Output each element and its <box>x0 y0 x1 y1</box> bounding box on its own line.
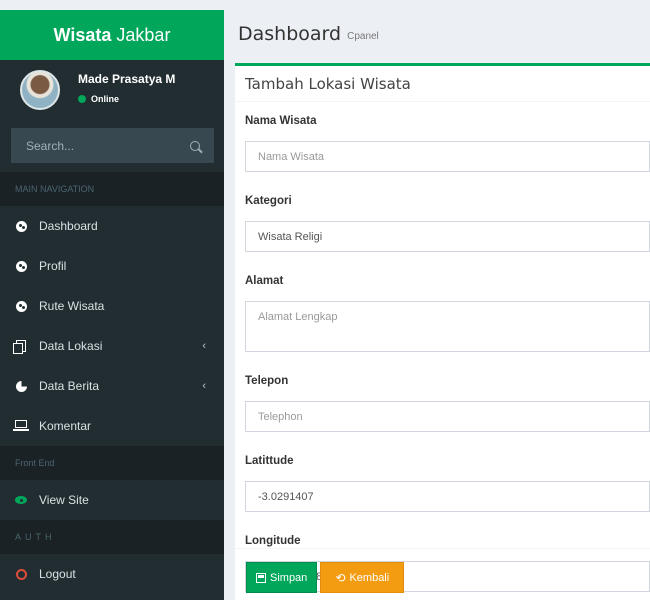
laptop-icon <box>13 420 29 431</box>
user-panel: Made Prasatya M Online <box>0 60 224 120</box>
nama-field-group: Nama Wisata Nama Wisata <box>245 112 650 172</box>
main-navigation-header: MAIN NAVIGATION <box>0 172 224 206</box>
logo-rest: Jakbar <box>116 24 171 45</box>
sidebar-item-label: Data Lokasi <box>39 339 103 353</box>
nama-wisata-input[interactable]: Nama Wisata <box>245 141 650 172</box>
front-end-header: Front End <box>0 446 224 480</box>
box-header: Tambah Lokasi Wisata <box>235 66 650 102</box>
refresh-icon: ⟲ <box>335 570 346 585</box>
latitude-input[interactable]: -3.0291407 <box>245 481 650 512</box>
save-icon <box>256 572 266 583</box>
form-title: Tambah Lokasi Wisata <box>245 74 411 93</box>
alamat-field-group: Alamat Alamat Lengkap <box>245 272 650 352</box>
sidebar-item-profil[interactable]: Profil <box>0 246 224 286</box>
status-dot-icon <box>78 95 86 103</box>
user-info: Made Prasatya M Online <box>78 70 175 104</box>
sidebar-item-label: Rute Wisata <box>39 299 105 313</box>
telepon-field-group: Telepon Telephon <box>245 372 650 432</box>
search-placeholder: Search... <box>26 138 75 153</box>
sidebar-item-view-site[interactable]: View Site <box>0 480 224 520</box>
online-status: Online <box>78 94 175 104</box>
chevron-left-icon: ‹ <box>202 380 206 392</box>
form-box: Tambah Lokasi Wisata Nama Wisata Nama Wi… <box>235 63 650 600</box>
sidebar-item-label: Dashboard <box>39 219 98 233</box>
sidebar: Wisata Jakbar Made Prasatya M Online Sea… <box>0 10 224 600</box>
kategori-select[interactable]: Wisata Religi <box>245 221 650 252</box>
pie-icon <box>15 380 27 392</box>
back-button[interactable]: ⟲ Kembali <box>320 562 405 593</box>
save-button-label: Simpan <box>270 571 308 584</box>
sidebar-item-label: Logout <box>39 567 76 581</box>
sidebar-item-logout[interactable]: Logout <box>0 554 224 594</box>
kategori-field-group: Kategori Wisata Religi <box>245 192 650 252</box>
back-button-label: Kembali <box>349 571 390 584</box>
user-name: Made Prasatya M <box>78 72 176 86</box>
sidebar-item-label: View Site <box>39 493 89 507</box>
chevron-left-icon: ‹ <box>202 340 206 352</box>
logo-bold: Wisata <box>53 24 112 45</box>
form-body: Nama Wisata Nama Wisata Kategori Wisata … <box>235 102 650 592</box>
palette-icon <box>15 300 27 312</box>
latitude-field-group: Latittude -3.0291407 <box>245 452 650 512</box>
sidebar-item-dashboard[interactable]: Dashboard <box>0 206 224 246</box>
sidebar-item-label: Data Berita <box>39 379 100 393</box>
sidebar-item-label: Profil <box>39 259 67 273</box>
main-content: Dashboard Cpanel Tambah Lokasi Wisata Na… <box>224 10 650 600</box>
avatar <box>20 70 60 110</box>
nama-label: Nama Wisata <box>245 115 317 127</box>
latitude-label: Latittude <box>245 455 294 467</box>
telepon-input[interactable]: Telephon <box>245 401 650 432</box>
telepon-label: Telepon <box>245 375 289 387</box>
sidebar-item-label: Komentar <box>39 419 92 433</box>
copy-icon <box>13 340 27 354</box>
eye-icon <box>15 496 27 504</box>
kategori-label: Kategori <box>245 195 292 207</box>
palette-icon <box>15 220 27 232</box>
palette-icon <box>15 260 27 272</box>
search-input[interactable]: Search... <box>11 128 214 163</box>
search-icon[interactable] <box>190 140 200 151</box>
status-label: Online <box>91 94 120 104</box>
page-subtitle: Cpanel <box>347 30 379 42</box>
sidebar-item-data-lokasi[interactable]: Data Lokasi ‹ <box>0 326 224 366</box>
logout-icon <box>15 568 27 580</box>
logo[interactable]: Wisata Jakbar <box>0 10 224 60</box>
alamat-label: Alamat <box>245 275 284 287</box>
sidebar-item-data-berita[interactable]: Data Berita ‹ <box>0 366 224 406</box>
form-footer: Simpan ⟲ Kembali <box>235 548 650 600</box>
page-title: Dashboard <box>238 23 342 45</box>
save-button[interactable]: Simpan <box>246 562 318 593</box>
sidebar-item-komentar[interactable]: Komentar <box>0 406 224 446</box>
auth-header: AUTH <box>0 520 224 554</box>
sidebar-item-rute-wisata[interactable]: Rute Wisata <box>0 286 224 326</box>
content-header: Dashboard Cpanel <box>224 10 650 58</box>
alamat-textarea[interactable]: Alamat Lengkap <box>245 301 650 352</box>
